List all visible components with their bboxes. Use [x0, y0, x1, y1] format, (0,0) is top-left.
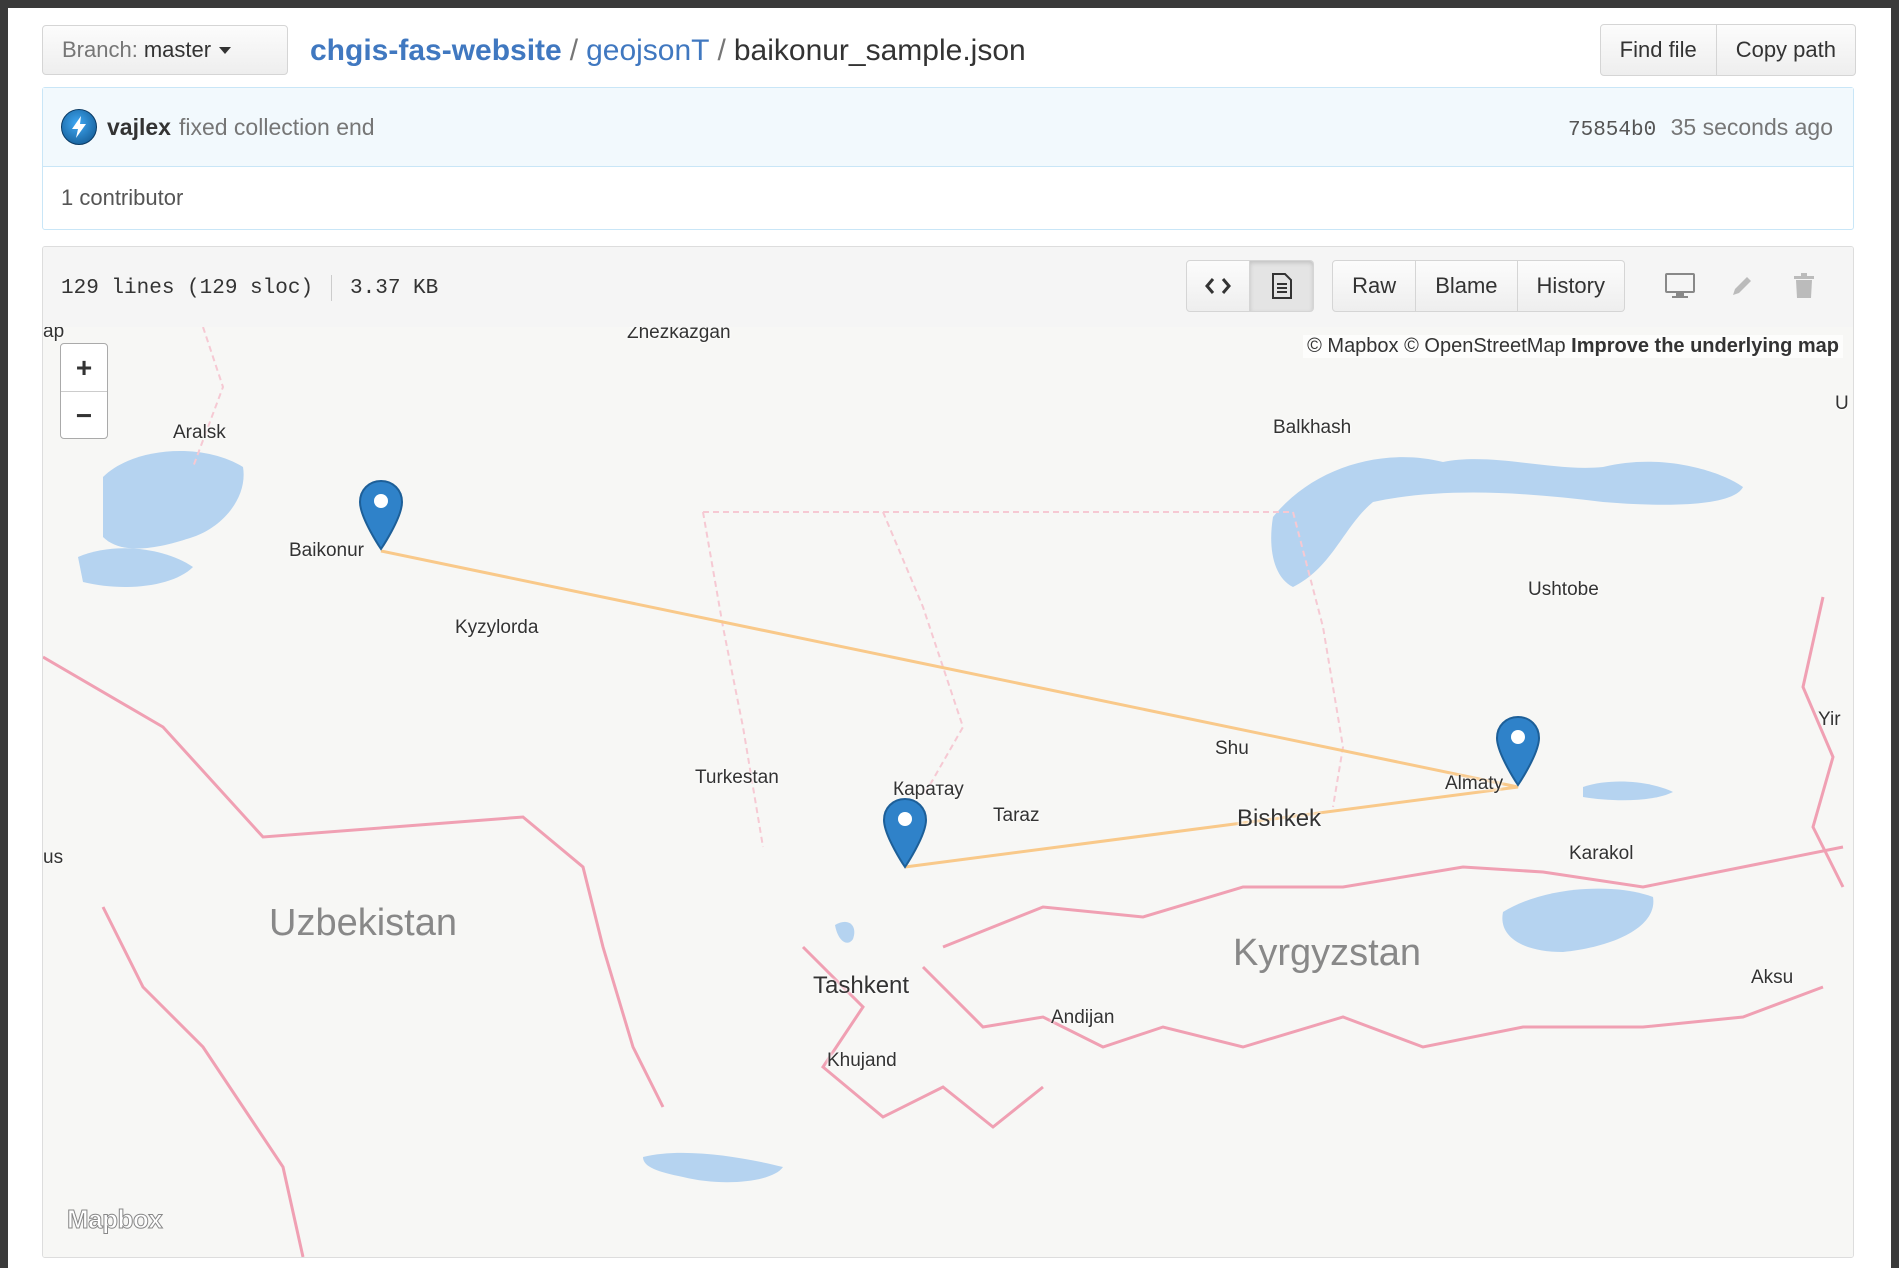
breadcrumb: chgis-fas-website / geojsonT / baikonur_samp… — [310, 31, 1026, 71]
city-label: Yir — [1818, 709, 1841, 730]
city-label: Ushtobe — [1528, 579, 1599, 600]
commit-sha-link[interactable]: 75854b0 — [1568, 119, 1656, 142]
map-pin-icon — [358, 479, 404, 551]
city-label: Bishkek — [1237, 805, 1322, 832]
geojson-map[interactable]: © Mapbox © OpenStreetMap Improve the und… — [43, 327, 1853, 1257]
country-label: Uzbekistan — [269, 902, 457, 944]
city-label: Aksu — [1751, 967, 1794, 988]
trash-icon — [1794, 273, 1814, 298]
map-pin-icon — [882, 797, 928, 869]
region-boundary — [882, 511, 965, 798]
region-boundary — [192, 327, 225, 468]
rendered-view-button[interactable] — [1250, 260, 1315, 312]
zoom-in-button[interactable]: + — [61, 344, 107, 392]
city-label: Kyzylorda — [455, 617, 539, 638]
lake-kapchagay — [1583, 781, 1673, 801]
breadcrumb-separator: / — [569, 34, 579, 67]
mapbox-logo[interactable]: Mapbox — [66, 1204, 163, 1235]
commit-meta: 75854b0 35 seconds ago — [1568, 114, 1833, 142]
breadcrumb-separator: / — [717, 34, 726, 67]
commit-message-link[interactable]: fixed collection end — [179, 114, 375, 141]
city-label: Balkhash — [1273, 417, 1352, 438]
file-nav-buttons: Find file Copy path — [1599, 24, 1856, 76]
copy-path-button[interactable]: Copy path — [1716, 24, 1856, 76]
breadcrumb-repo-link[interactable]: chgis-fas-website — [310, 34, 562, 67]
border-kazakhstan-uzbekistan — [43, 655, 665, 1108]
border-china — [1801, 596, 1845, 888]
file-info: 129 lines (129 sloc) 3.37 KB — [61, 275, 438, 301]
country-label: Kyrgyzstan — [1233, 932, 1421, 974]
city-label: Turkestan — [695, 767, 779, 788]
city-label: Aralsk — [173, 422, 226, 443]
breadcrumb-folder-link[interactable]: geojsonT — [586, 34, 709, 67]
raw-blame-history-group: Raw Blame History — [1332, 260, 1625, 312]
map-marker-almaty[interactable] — [1495, 715, 1541, 787]
file-viewer: 129 lines (129 sloc) 3.37 KB Raw Blame H… — [42, 246, 1854, 1258]
blame-button[interactable]: Blame — [1416, 260, 1518, 312]
map-pin-icon — [1495, 715, 1541, 787]
file-actions: Raw Blame History — [1186, 260, 1835, 312]
history-button[interactable]: History — [1517, 260, 1625, 312]
city-label: Khujand — [827, 1050, 897, 1071]
city-label: Baikonur — [289, 540, 364, 561]
aral-sea — [103, 450, 244, 549]
open-desktop-button[interactable] — [1649, 260, 1711, 312]
city-label: Andijan — [1051, 1007, 1115, 1028]
delete-file-button[interactable] — [1773, 260, 1835, 312]
raw-button[interactable]: Raw — [1332, 260, 1417, 312]
breadcrumb-filename: baikonur_sample.json — [733, 34, 1026, 67]
map-attribution: © Mapbox © OpenStreetMap Improve the und… — [1303, 335, 1843, 358]
improve-map-link[interactable]: Improve the underlying map — [1571, 335, 1839, 357]
city-label: us — [43, 847, 64, 868]
kayrakkum-reservoir — [643, 1152, 783, 1183]
branch-name: master — [143, 37, 212, 62]
region-boundary — [702, 511, 764, 848]
avatar[interactable] — [61, 109, 97, 145]
map-marker-baikonur[interactable] — [358, 479, 404, 551]
file-info-divider — [331, 275, 333, 301]
chardara-reservoir — [835, 921, 855, 943]
city-label: U — [1835, 393, 1849, 414]
zoom-control: + − — [60, 343, 108, 439]
desktop-icon — [1665, 273, 1695, 298]
attribution-osm-link[interactable]: © OpenStreetMap — [1404, 335, 1565, 357]
branch-prefix: Branch: — [62, 37, 138, 62]
city-label: Karakol — [1569, 843, 1634, 864]
file-size: 3.37 KB — [350, 276, 439, 300]
view-toggle — [1186, 260, 1315, 312]
caret-down-icon — [219, 46, 232, 54]
pencil-icon — [1733, 277, 1751, 295]
commit-time: 35 seconds ago — [1670, 114, 1833, 140]
lightning-icon — [72, 116, 86, 138]
city-label: Shu — [1215, 738, 1249, 759]
city-label: Tashkent — [813, 972, 910, 999]
contributors-link[interactable]: 1 contributor — [43, 167, 1853, 229]
page: Branch: master chgis-fas-website / geojson… — [8, 8, 1891, 1268]
route-line — [380, 549, 1519, 869]
city-label: Taraz — [993, 805, 1040, 826]
aral-sea-south — [78, 548, 193, 587]
file-header: 129 lines (129 sloc) 3.37 KB Raw Blame H… — [43, 247, 1853, 328]
lake-balkhash — [1271, 457, 1743, 587]
commit-author-link[interactable]: vajlex — [107, 114, 171, 141]
city-label: Zhezkazgan — [627, 327, 731, 343]
branch-select-button[interactable]: Branch: master — [42, 25, 288, 75]
map-marker-tashkent-region[interactable] — [882, 797, 928, 869]
attribution-mapbox-link[interactable]: © Mapbox — [1307, 335, 1398, 357]
zoom-out-button[interactable]: − — [61, 392, 107, 439]
file-navigation: Branch: master chgis-fas-website / geojson… — [42, 17, 1856, 76]
file-line-count: 129 lines (129 sloc) — [61, 276, 314, 300]
city-label: ap — [43, 327, 65, 342]
lake-issyk-kul — [1502, 888, 1654, 952]
edit-file-button[interactable] — [1711, 260, 1773, 312]
find-file-button[interactable]: Find file — [1599, 24, 1717, 76]
file-text-icon — [1271, 273, 1292, 299]
commit-tease: vajlex fixed collection end 75854b0 35 s… — [42, 87, 1854, 230]
source-view-button[interactable] — [1186, 260, 1251, 312]
latest-commit: vajlex fixed collection end 75854b0 35 s… — [43, 88, 1853, 167]
code-icon — [1205, 278, 1232, 294]
